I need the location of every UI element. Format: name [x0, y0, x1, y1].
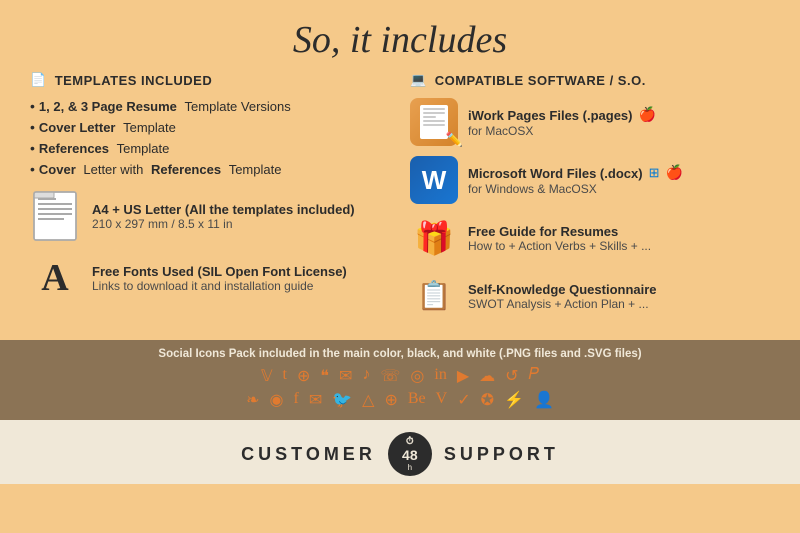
- social-icon-envelope[interactable]: ✉: [309, 390, 322, 410]
- social-icon-stumble[interactable]: ⊕: [384, 390, 397, 410]
- badge-number: 48: [402, 447, 418, 463]
- support-badge: ⏱ 48 h: [388, 432, 432, 476]
- windows-icon: ⊞: [649, 165, 660, 181]
- social-header: Social Icons Pack included in the main c…: [30, 348, 770, 360]
- word-item: W Microsoft Word Files (.docx) ⊞ 🍎 for W…: [410, 156, 770, 204]
- social-icon-rss[interactable]: ◉: [270, 390, 284, 410]
- social-icon-twitter[interactable]: 🐦: [332, 390, 352, 410]
- page-title: So, it includes: [0, 18, 800, 62]
- fonts-info-row: A Free Fonts Used (SIL Open Font License…: [30, 253, 390, 303]
- social-section: Social Icons Pack included in the main c…: [0, 340, 800, 420]
- iwork-text: iWork Pages Files (.pages) 🍎 for MacOSX: [468, 107, 656, 138]
- social-icon-refresh[interactable]: ↺: [505, 366, 518, 386]
- social-icons-row-1: 𝕍 t ⊕ ❝ ✉ ♪ ☏ ◎ in ▶ ☁ ↺ 𝑃: [30, 366, 770, 386]
- list-item: Cover Letter with References Template: [30, 161, 390, 177]
- gift-icon: 🎁: [410, 214, 458, 262]
- social-icon-tumblr[interactable]: t: [283, 366, 287, 386]
- word-icon: W: [410, 156, 458, 204]
- social-icon-star[interactable]: ✪: [481, 390, 494, 410]
- template-list: 1, 2, & 3 Page Resume Template Versions …: [30, 98, 390, 177]
- social-icon-phone[interactable]: ☏: [380, 366, 400, 386]
- social-icon-whatsapp[interactable]: ✓: [457, 390, 470, 410]
- social-icon-soundcloud[interactable]: ☁: [479, 366, 495, 386]
- pages-icon: ✏️: [410, 98, 458, 146]
- list-item: 1, 2, & 3 Page Resume Template Versions: [30, 98, 390, 114]
- social-icon-youtube[interactable]: ▶: [457, 366, 469, 386]
- social-icon-linkedin[interactable]: in: [434, 366, 446, 386]
- templates-header-text: TEMPLATES INCLUDED: [55, 73, 213, 88]
- social-icon-vimeo[interactable]: 𝕍: [261, 366, 273, 386]
- support-text: SUPPORT: [444, 444, 559, 465]
- list-item: Cover Letter Template: [30, 119, 390, 135]
- social-icon-pinterest[interactable]: ⊕: [297, 366, 310, 386]
- social-icon-mail[interactable]: ✉: [339, 366, 352, 386]
- customer-text: CUSTOMER: [241, 444, 376, 465]
- right-column: 💻 COMPATIBLE SOFTWARE / S.O. ✏️ iWork Pa…: [410, 72, 770, 330]
- social-icon-google[interactable]: △: [362, 390, 374, 410]
- social-icon-lastfm[interactable]: ❧: [246, 390, 259, 410]
- a4-info-row: A4 + US Letter (All the templates includ…: [30, 191, 390, 241]
- guide-item: 🎁 Free Guide for Resumes How to + Action…: [410, 214, 770, 262]
- social-icon-dribbble[interactable]: ◎: [410, 366, 424, 386]
- document-svg: [32, 190, 78, 242]
- questionnaire-icon: 📋: [410, 272, 458, 320]
- software-icon: 💻: [410, 72, 427, 88]
- a4-text: A4 + US Letter (All the templates includ…: [92, 202, 355, 231]
- support-section: CUSTOMER ⏱ 48 h SUPPORT: [0, 420, 800, 484]
- templates-section-header: 📄 TEMPLATES INCLUDED: [30, 72, 390, 88]
- software-header-text: COMPATIBLE SOFTWARE / S.O.: [435, 73, 646, 88]
- main-content: 📄 TEMPLATES INCLUDED 1, 2, & 3 Page Resu…: [0, 72, 800, 330]
- social-icon-behance[interactable]: Be: [408, 390, 426, 410]
- word-text: Microsoft Word Files (.docx) ⊞ 🍎 for Win…: [468, 165, 683, 196]
- iwork-item: ✏️ iWork Pages Files (.pages) 🍎 for MacO…: [410, 98, 770, 146]
- swot-item: 📋 Self-Knowledge Questionnaire SWOT Anal…: [410, 272, 770, 320]
- left-column: 📄 TEMPLATES INCLUDED 1, 2, & 3 Page Resu…: [30, 72, 390, 330]
- social-icon-user[interactable]: 👤: [534, 390, 554, 410]
- software-section-header: 💻 COMPATIBLE SOFTWARE / S.O.: [410, 72, 770, 88]
- swot-text: Self-Knowledge Questionnaire SWOT Analys…: [468, 282, 657, 311]
- social-icon-slack[interactable]: ⚡: [504, 390, 524, 410]
- social-icons-row-2: ❧ ◉ f ✉ 🐦 △ ⊕ Be V ✓ ✪ ⚡ 👤: [30, 390, 770, 410]
- pen-icon: ✏️: [446, 132, 463, 149]
- apple-icon-2: 🍎: [665, 165, 682, 182]
- social-icon-music[interactable]: ♪: [362, 366, 370, 386]
- social-icon-vine[interactable]: V: [436, 390, 448, 410]
- social-icon-facebook[interactable]: f: [294, 390, 299, 410]
- social-icon-quote[interactable]: ❝: [320, 366, 329, 386]
- social-icon-pinterest2[interactable]: 𝑃: [529, 366, 540, 386]
- template-icon: 📄: [30, 72, 47, 88]
- title-section: So, it includes: [0, 0, 800, 72]
- font-icon: A: [30, 253, 80, 303]
- a4-icon: [30, 191, 80, 241]
- apple-icon: 🍎: [638, 107, 655, 124]
- fonts-text: Free Fonts Used (SIL Open Font License) …: [92, 264, 347, 293]
- guide-text: Free Guide for Resumes How to + Action V…: [468, 224, 651, 253]
- list-item: References Template: [30, 140, 390, 156]
